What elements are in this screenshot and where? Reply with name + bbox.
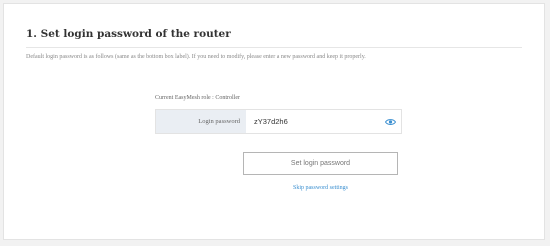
section-description: Default login password is as follows (sa… xyxy=(26,54,366,60)
login-password-input[interactable] xyxy=(246,110,379,133)
login-password-label: Login password xyxy=(156,110,246,133)
eye-icon[interactable] xyxy=(379,110,401,133)
login-password-row: Login password xyxy=(155,109,402,134)
setup-card: 1. Set login password of the router Defa… xyxy=(3,3,545,240)
title-divider xyxy=(26,47,522,48)
easymesh-role-text: Current EasyMesh role : Controller xyxy=(155,95,240,101)
skip-password-settings-link[interactable]: Skip password settings xyxy=(243,185,398,191)
eye-icon-glyph xyxy=(384,118,396,125)
section-title: 1. Set login password of the router xyxy=(26,28,231,40)
set-login-password-button[interactable]: Set login password xyxy=(243,152,398,175)
